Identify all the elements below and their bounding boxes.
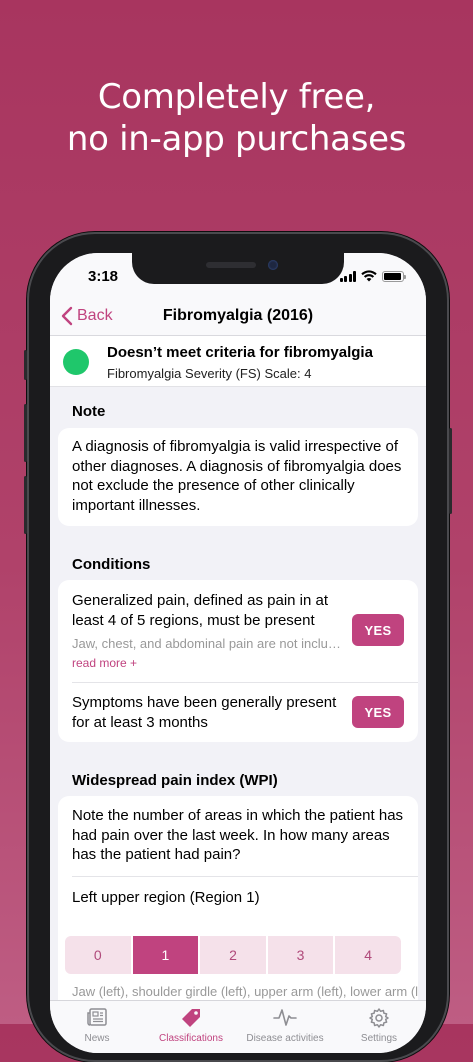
read-more-link[interactable]: read more + (72, 656, 137, 670)
mute-switch (24, 350, 27, 380)
wpi-intro-text: Note the number of areas in which the pa… (72, 807, 404, 863)
region-count-option[interactable]: 4 (335, 936, 401, 974)
region-count-selector: 01234 (65, 936, 401, 974)
tab-label: Settings (360, 1033, 398, 1044)
tab-label: News (84, 1033, 110, 1044)
wifi-icon (361, 270, 377, 282)
condition-text: Generalized pain, defined as pain in at … (72, 592, 329, 629)
tab-disease-activities[interactable]: Disease activities (238, 1001, 332, 1053)
condition-text: Symptoms have been generally present for… (72, 694, 337, 731)
status-indicator-dot (63, 349, 89, 375)
promo-headline: Completely free, no in-app purchases (0, 76, 473, 160)
volume-up-button (24, 404, 27, 462)
result-title: Doesn’t meet criteria for fibromyalgia (107, 344, 373, 361)
note-heading: Note (72, 403, 106, 420)
status-icons (339, 270, 406, 282)
tag-icon (182, 1009, 200, 1027)
result-subtitle: Fibromyalgia Severity (FS) Scale: 4 (107, 366, 312, 381)
tab-label: Classifications (159, 1033, 223, 1044)
conditions-card: Generalized pain, defined as pain in at … (58, 580, 418, 742)
wpi-heading: Widespread pain index (WPI) (72, 772, 278, 789)
status-time: 3:18 (88, 268, 119, 285)
region-description: Jaw (left), shoulder girdle (left), uppe… (72, 984, 418, 999)
region-count-option[interactable]: 1 (132, 936, 199, 974)
battery-icon (382, 270, 406, 282)
tab-settings[interactable]: Settings (332, 1001, 426, 1053)
speaker-grille (206, 262, 256, 268)
condition-description: Jaw, chest, and abdominal pain are not i… (72, 636, 348, 651)
region-count-option[interactable]: 0 (65, 936, 131, 974)
front-camera (268, 260, 278, 270)
page-title: Fibromyalgia (2016) (162, 307, 314, 324)
phone-frame: 3:18 Back Fibromyalgia (2016) Doesn’t me… (24, 232, 452, 1062)
tab-classifications[interactable]: Classifications (144, 1001, 238, 1053)
side-button (449, 428, 452, 514)
pulse-icon (273, 1009, 297, 1026)
region-count-option[interactable]: 3 (267, 936, 334, 974)
headline-line-2: no in-app purchases (66, 119, 407, 159)
notch (132, 253, 344, 284)
note-text: A diagnosis of fibromyalgia is valid irr… (72, 438, 402, 514)
region-label: Left upper region (Region 1) (72, 889, 260, 906)
navigation-bar: Back Fibromyalgia (2016) (50, 297, 426, 336)
cellular-signal-icon (339, 270, 356, 282)
tab-bar: News Classifications Disease activities (50, 1000, 426, 1053)
row-divider (72, 876, 418, 877)
result-banner: Doesn’t meet criteria for fibromyalgia F… (50, 336, 426, 387)
app-screen: 3:18 Back Fibromyalgia (2016) Doesn’t me… (50, 253, 426, 1053)
volume-down-button (24, 476, 27, 534)
headline-line-1: Completely free, (97, 77, 376, 117)
tab-news[interactable]: News (50, 1001, 144, 1053)
tab-label: Disease activities (246, 1033, 324, 1044)
condition-yes-button[interactable]: YES (352, 614, 404, 646)
gear-icon (369, 1008, 389, 1028)
note-card: A diagnosis of fibromyalgia is valid irr… (58, 428, 418, 526)
conditions-heading: Conditions (72, 556, 151, 573)
region-count-option[interactable]: 2 (200, 936, 266, 974)
condition-yes-button[interactable]: YES (352, 696, 404, 728)
newspaper-icon (87, 1008, 107, 1026)
condition-row: Symptoms have been generally present for… (58, 683, 418, 742)
condition-row: Generalized pain, defined as pain in at … (58, 580, 418, 682)
